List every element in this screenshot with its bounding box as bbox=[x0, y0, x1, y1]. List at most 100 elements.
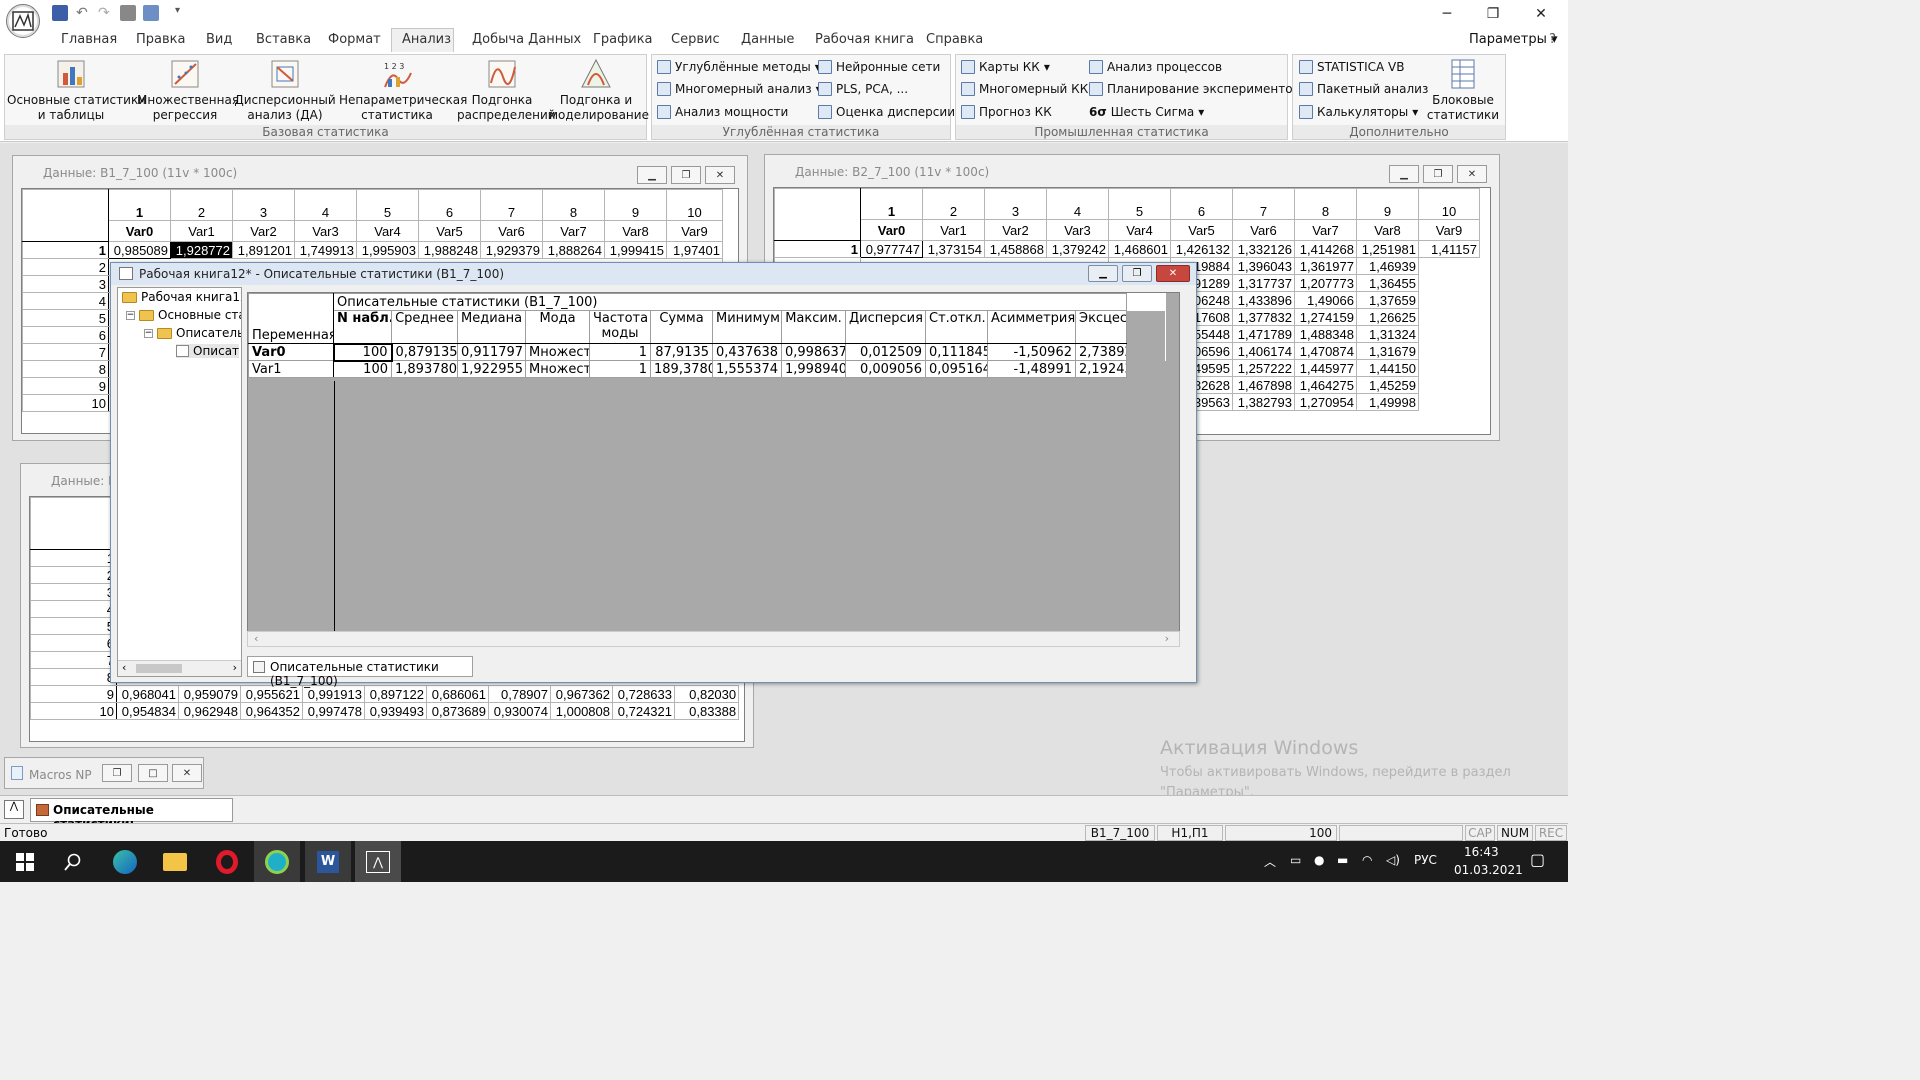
cell[interactable]: 1,396043 bbox=[1232, 257, 1295, 275]
menu-analysis[interactable]: Анализ bbox=[402, 32, 451, 47]
menu-data[interactable]: Данные bbox=[741, 32, 794, 47]
row-num[interactable]: 3 bbox=[30, 583, 117, 601]
row-num[interactable]: 8 bbox=[30, 668, 117, 686]
cell[interactable]: 1,470874 bbox=[1294, 342, 1357, 360]
col-name[interactable]: Var1 bbox=[170, 220, 233, 242]
cell[interactable]: 2,738922 bbox=[1074, 343, 1128, 361]
calculators-button[interactable]: Калькуляторы ▾ bbox=[1299, 105, 1418, 119]
row-num[interactable]: 7 bbox=[22, 343, 109, 361]
cell[interactable]: 1,888264 bbox=[542, 241, 605, 259]
cell[interactable]: 1,471789 bbox=[1232, 325, 1295, 343]
cell[interactable]: 1,414268 bbox=[1294, 240, 1357, 258]
cell[interactable]: 1,207773 bbox=[1294, 274, 1357, 292]
batch-analysis-button[interactable]: Пакетный анализ bbox=[1299, 82, 1428, 96]
col-num-1[interactable]: 1 bbox=[860, 188, 923, 221]
cell[interactable]: 1,998940 bbox=[781, 360, 846, 378]
cell[interactable]: 1,382793 bbox=[1232, 393, 1295, 411]
cell[interactable]: 0,897122 bbox=[364, 685, 427, 703]
wifi-icon[interactable]: ◠ bbox=[1362, 853, 1372, 867]
col-num-1[interactable]: 1 bbox=[108, 189, 171, 222]
col-num-3[interactable]: 3 bbox=[232, 189, 295, 222]
sheet-tab-descriptive[interactable]: Описательные статистики (B1_7_100) bbox=[247, 656, 473, 688]
start-icon[interactable] bbox=[2, 841, 48, 882]
params-menu[interactable]: Параметры ▾ bbox=[1469, 32, 1558, 47]
col-num-2[interactable]: 2 bbox=[922, 188, 985, 221]
cell[interactable]: 1,274159 bbox=[1294, 308, 1357, 326]
cell[interactable]: 0,78907 bbox=[488, 685, 551, 703]
cell[interactable]: 0,724321 bbox=[612, 702, 675, 720]
cell[interactable]: 1,433896 bbox=[1232, 291, 1295, 309]
row-num[interactable]: 2 bbox=[30, 566, 117, 584]
search-icon[interactable] bbox=[50, 841, 96, 882]
row-num[interactable]: 4 bbox=[22, 292, 109, 310]
col-header[interactable]: Эксцесс bbox=[1074, 310, 1128, 344]
cell[interactable]: 1,995903 bbox=[356, 241, 419, 259]
fit-modeling-button[interactable]: Подгонка и моделирование bbox=[549, 57, 649, 123]
edge-icon[interactable] bbox=[102, 841, 148, 882]
col-name[interactable]: Var4 bbox=[1108, 219, 1171, 241]
minimize-button[interactable]: ─ bbox=[1424, 2, 1470, 26]
cell[interactable]: 0,83388 bbox=[673, 702, 740, 720]
col-name[interactable]: Var8 bbox=[604, 220, 667, 242]
cell[interactable]: 0,967362 bbox=[550, 685, 613, 703]
results-spreadsheet[interactable]: Переменная Описательные статистики (B1_7… bbox=[247, 292, 1180, 632]
cell[interactable]: 1,488348 bbox=[1294, 325, 1357, 343]
col-header[interactable]: Дисперсия bbox=[845, 310, 926, 344]
app-mini-icon[interactable]: ⋀ bbox=[4, 800, 24, 819]
col-name[interactable]: Var0 bbox=[108, 220, 171, 242]
cell[interactable]: 100 bbox=[333, 360, 392, 378]
cell[interactable]: 1,373154 bbox=[922, 240, 985, 258]
cell[interactable]: 1,377832 bbox=[1232, 308, 1295, 326]
cell[interactable]: 1,458868 bbox=[984, 240, 1047, 258]
menu-format[interactable]: Формат bbox=[328, 32, 381, 47]
col-name[interactable]: Var3 bbox=[1046, 219, 1109, 241]
col-num-5[interactable]: 5 bbox=[356, 189, 419, 222]
cell[interactable]: -1,50962 bbox=[987, 343, 1076, 361]
restore-button[interactable]: ❐ bbox=[1470, 2, 1516, 26]
opera-icon[interactable] bbox=[204, 841, 250, 882]
cell[interactable]: -1,48991 bbox=[987, 360, 1076, 378]
scroll-left-icon[interactable]: ‹ bbox=[254, 632, 258, 645]
cell[interactable]: 1,97401 bbox=[666, 241, 723, 259]
col-name[interactable]: Var0 bbox=[860, 219, 923, 241]
col-header[interactable]: Медиана bbox=[457, 310, 526, 344]
language-indicator[interactable]: РУС bbox=[1414, 853, 1437, 867]
col-num-8[interactable]: 8 bbox=[1294, 188, 1357, 221]
print-icon[interactable] bbox=[120, 5, 136, 21]
col-header[interactable]: N набл. bbox=[333, 310, 392, 344]
statistica-logo[interactable] bbox=[6, 4, 40, 38]
cell[interactable]: 1,893780 bbox=[391, 360, 458, 378]
tree-hscroll[interactable]: ‹ › bbox=[118, 660, 241, 676]
cell[interactable]: 0,968041 bbox=[116, 685, 179, 703]
scroll-thumb[interactable] bbox=[136, 664, 182, 673]
cell[interactable]: 0,879135 bbox=[391, 343, 458, 361]
col-name[interactable]: Var3 bbox=[294, 220, 357, 242]
explorer-icon[interactable] bbox=[152, 841, 198, 882]
row-num[interactable]: 1 bbox=[22, 241, 109, 259]
cell[interactable]: 0,955621 bbox=[240, 685, 303, 703]
cell[interactable]: 0,998637 bbox=[781, 343, 846, 361]
multivariate-qc-button[interactable]: Многомерный КК bbox=[961, 82, 1088, 96]
cell[interactable]: 1,361977 bbox=[1294, 257, 1357, 275]
col-num-4[interactable]: 4 bbox=[1046, 188, 1109, 221]
row-num[interactable]: 2 bbox=[22, 258, 109, 276]
col-num-6[interactable]: 6 bbox=[1170, 188, 1233, 221]
workbook-minimize[interactable]: ▁ bbox=[1088, 265, 1118, 282]
cell[interactable]: 0,873689 bbox=[426, 702, 489, 720]
col-name[interactable]: Var5 bbox=[1170, 219, 1233, 241]
win2-minimize[interactable]: ▁ bbox=[1389, 165, 1419, 183]
cell[interactable]: 1,36455 bbox=[1356, 274, 1419, 292]
collapse-icon[interactable]: − bbox=[144, 328, 153, 338]
nonparametric-button[interactable]: 1 2 3 Непараметрическая статистика bbox=[339, 57, 467, 123]
col-header[interactable]: Ст.откл. bbox=[925, 310, 988, 344]
win2-close[interactable]: ✕ bbox=[1457, 165, 1487, 183]
cell[interactable]: 1,379242 bbox=[1046, 240, 1109, 258]
statistica-vb-button[interactable]: STATISTICA VB bbox=[1299, 60, 1405, 74]
clock-date[interactable]: 01.03.2021 bbox=[1454, 863, 1523, 877]
redo-icon[interactable]: ↷ bbox=[98, 5, 114, 21]
row-num[interactable]: 5 bbox=[30, 617, 117, 635]
col-name[interactable]: Var5 bbox=[418, 220, 481, 242]
cell[interactable]: 0,686061 bbox=[426, 685, 489, 703]
row-num[interactable]: 5 bbox=[22, 309, 109, 327]
multiple-regression-button[interactable]: Множественная регрессия bbox=[137, 57, 239, 123]
